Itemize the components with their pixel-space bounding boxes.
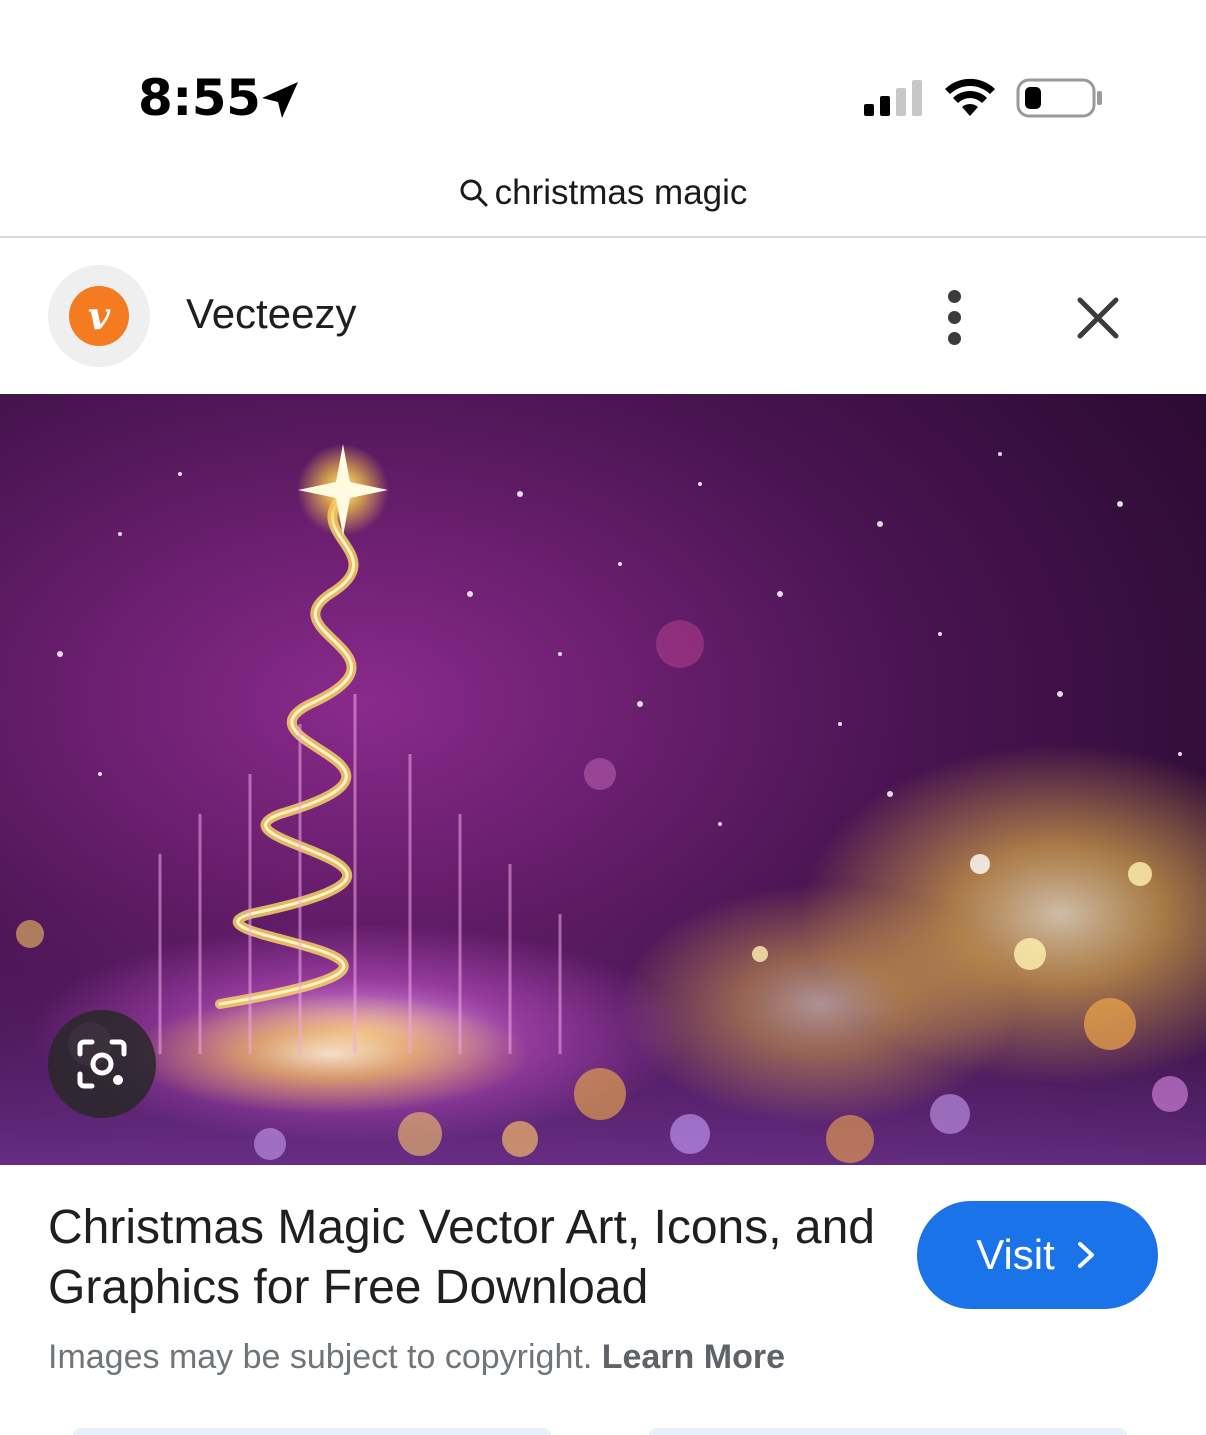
search-bar[interactable]: christmas magic xyxy=(0,165,1206,221)
site-name[interactable]: Vecteezy xyxy=(186,288,356,340)
related-result-card[interactable] xyxy=(648,1428,1128,1435)
lens-camera-icon xyxy=(77,1039,127,1089)
google-lens-button[interactable] xyxy=(48,1010,156,1118)
more-options-button[interactable] xyxy=(924,282,984,352)
chevron-right-icon xyxy=(1077,1242,1094,1268)
copyright-notice: Images may be subject to copyright. Lear… xyxy=(48,1334,1148,1380)
vecteezy-logo-icon: v xyxy=(69,286,129,346)
image-viewer-page: 8:55 christmas magic v Vecteezy Christma… xyxy=(0,0,1206,1435)
result-image[interactable] xyxy=(0,394,1206,1165)
search-query: christmas magic xyxy=(494,173,748,212)
visit-label: Visit xyxy=(976,1231,1055,1278)
close-icon[interactable] xyxy=(1066,286,1130,350)
copyright-text: Images may be subject to copyright. xyxy=(48,1338,593,1376)
wifi-icon xyxy=(945,78,995,116)
header-divider xyxy=(0,236,1206,238)
site-favicon[interactable]: v xyxy=(48,265,150,367)
learn-more-link[interactable]: Learn More xyxy=(602,1338,785,1376)
related-result-card[interactable] xyxy=(72,1428,552,1435)
visit-button[interactable]: Visit xyxy=(917,1201,1158,1309)
christmas-tree-image xyxy=(0,394,1206,1165)
more-options-dot-icon xyxy=(947,331,961,345)
result-title[interactable]: Christmas Magic Vector Art, Icons, and G… xyxy=(48,1198,888,1318)
search-icon xyxy=(460,179,488,207)
cellular-signal-icon xyxy=(864,80,922,116)
status-time: 8:55 xyxy=(138,69,261,127)
more-options-dot-icon xyxy=(947,310,961,324)
battery-icon xyxy=(1016,78,1102,118)
more-options-dot-icon xyxy=(947,289,961,303)
location-arrow-icon xyxy=(262,82,298,118)
